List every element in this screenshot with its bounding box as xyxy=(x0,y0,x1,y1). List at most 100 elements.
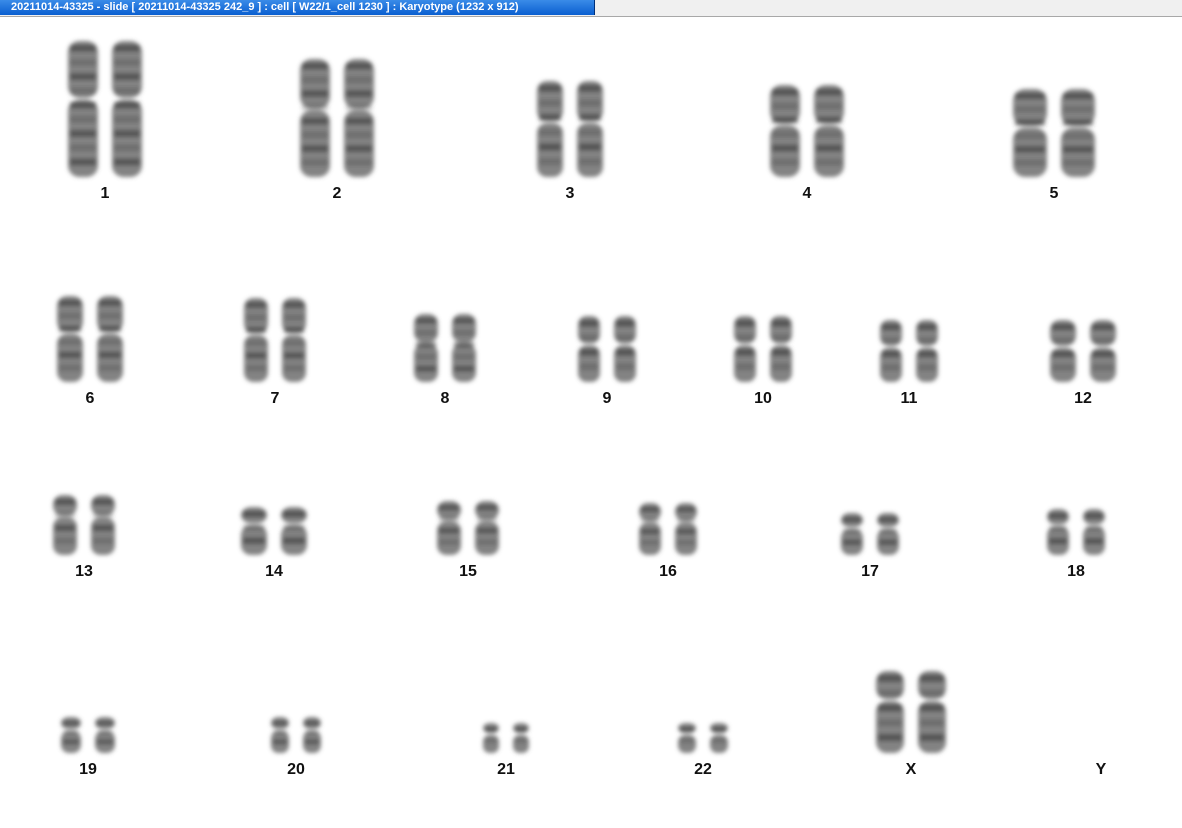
chromosome-5-pair[interactable] xyxy=(1011,87,1097,179)
chromosome-6-homolog-1 xyxy=(57,296,83,382)
chromosome-4-pair[interactable] xyxy=(768,83,846,179)
chromosome-15-homolog-2 xyxy=(475,501,499,555)
chromosome-21-pair[interactable] xyxy=(481,721,531,755)
chromosome-5-label: 5 xyxy=(1049,185,1059,202)
chromosome-3-homolog-1 xyxy=(537,81,563,177)
chromosome-11-homolog-1 xyxy=(880,320,902,382)
chromosome-9-label: 9 xyxy=(602,390,612,407)
chromosome-22-homolog-1 xyxy=(678,723,696,753)
chromosome-13-label: 13 xyxy=(75,563,93,580)
chromosome-2-image xyxy=(300,59,374,177)
chromosome-14-pair[interactable] xyxy=(239,505,309,557)
chromosome-14-homolog-2 xyxy=(281,507,307,555)
chromosome-10-image xyxy=(734,316,792,382)
chromosome-19-label: 19 xyxy=(79,761,97,778)
chromosome-19-pair[interactable] xyxy=(59,715,117,755)
chromosome-10-pair[interactable] xyxy=(732,314,794,384)
chromosome-1-label: 1 xyxy=(100,185,110,202)
chromosome-21-image xyxy=(483,723,529,753)
chromosome-7-pair[interactable] xyxy=(242,296,308,384)
chromosome-y-label: Y xyxy=(1095,761,1107,778)
chromosome-10-label: 10 xyxy=(754,390,772,407)
chromosome-14-image xyxy=(241,507,307,555)
chromosome-3-homolog-2 xyxy=(577,81,603,177)
chromosome-12-image xyxy=(1050,320,1116,382)
chromosome-11-homolog-2 xyxy=(916,320,938,382)
chromosome-9-homolog-1 xyxy=(578,316,600,382)
chromosome-x-pair[interactable] xyxy=(874,669,948,755)
chromosome-16-homolog-1 xyxy=(639,503,661,555)
chromosome-6-pair[interactable] xyxy=(55,294,125,384)
chromosome-4-image xyxy=(770,85,844,177)
chromosome-21-homolog-1 xyxy=(483,723,499,753)
chromosome-22-homolog-2 xyxy=(710,723,728,753)
chromosome-16-pair[interactable] xyxy=(637,501,699,557)
chromosome-5-image xyxy=(1013,89,1095,177)
chromosome-8-pair[interactable] xyxy=(412,312,478,384)
chromosome-6-homolog-2 xyxy=(97,296,123,382)
karyotype-canvas: 1 2 3 4 5 6 7 8 9 10 11 12 13 14 15 16 17 18 19 20 21 22 X Y xyxy=(0,17,1182,828)
chromosome-14-homolog-1 xyxy=(241,507,267,555)
chromosome-2-homolog-1 xyxy=(300,59,330,177)
chromosome-11-pair[interactable] xyxy=(878,318,940,384)
chromosome-6-image xyxy=(57,296,123,382)
chromosome-17-homolog-1 xyxy=(841,513,863,555)
chromosome-17-label: 17 xyxy=(861,563,879,580)
chromosome-21-label: 21 xyxy=(497,761,515,778)
chromosome-12-homolog-2 xyxy=(1090,320,1116,382)
window-titlebar: 20211014-43325 - slide [ 20211014-43325 … xyxy=(0,0,1182,17)
chromosome-9-pair[interactable] xyxy=(576,314,638,384)
chromosome-15-pair[interactable] xyxy=(435,499,501,557)
chromosome-10-homolog-2 xyxy=(770,316,792,382)
chromosome-13-homolog-1 xyxy=(53,495,77,555)
chromosome-19-homolog-1 xyxy=(61,717,81,753)
chromosome-17-pair[interactable] xyxy=(839,511,901,557)
chromosome-18-image xyxy=(1047,509,1105,555)
chromosome-18-pair[interactable] xyxy=(1045,507,1107,557)
chromosome-16-homolog-2 xyxy=(675,503,697,555)
chromosome-7-label: 7 xyxy=(270,390,280,407)
chromosome-4-label: 4 xyxy=(802,185,812,202)
chromosome-7-homolog-1 xyxy=(244,298,268,382)
chromosome-18-homolog-1 xyxy=(1047,509,1069,555)
chromosome-1-pair[interactable] xyxy=(66,39,144,179)
chromosome-9-homolog-2 xyxy=(614,316,636,382)
chromosome-14-label: 14 xyxy=(265,563,283,580)
chromosome-17-homolog-2 xyxy=(877,513,899,555)
chromosome-x-homolog-1 xyxy=(876,671,904,753)
chromosome-1-homolog-2 xyxy=(112,41,142,177)
chromosome-20-homolog-2 xyxy=(303,717,321,753)
chromosome-1-homolog-1 xyxy=(68,41,98,177)
chromosome-22-pair[interactable] xyxy=(676,721,730,755)
chromosome-5-homolog-1 xyxy=(1013,89,1047,177)
chromosome-8-label: 8 xyxy=(440,390,450,407)
chromosome-11-image xyxy=(880,320,938,382)
chromosome-18-homolog-2 xyxy=(1083,509,1105,555)
window-title[interactable]: 20211014-43325 - slide [ 20211014-43325 … xyxy=(0,0,595,15)
chromosome-12-homolog-1 xyxy=(1050,320,1076,382)
chromosome-3-image xyxy=(537,81,603,177)
chromosome-20-label: 20 xyxy=(287,761,305,778)
chromosome-22-label: 22 xyxy=(694,761,712,778)
chromosome-20-pair[interactable] xyxy=(269,715,323,755)
chromosome-x-homolog-2 xyxy=(918,671,946,753)
chromosome-20-homolog-1 xyxy=(271,717,289,753)
chromosome-x-image xyxy=(876,671,946,753)
chromosome-x-label: X xyxy=(905,761,917,778)
chromosome-12-pair[interactable] xyxy=(1048,318,1118,384)
chromosome-21-homolog-2 xyxy=(513,723,529,753)
chromosome-16-label: 16 xyxy=(659,563,677,580)
chromosome-4-homolog-1 xyxy=(770,85,800,177)
chromosome-20-image xyxy=(271,717,321,753)
chromosome-8-homolog-2 xyxy=(452,314,476,382)
chromosome-13-image xyxy=(53,495,115,555)
chromosome-19-image xyxy=(61,717,115,753)
chromosome-4-homolog-2 xyxy=(814,85,844,177)
chromosome-3-pair[interactable] xyxy=(535,79,605,179)
chromosome-15-label: 15 xyxy=(459,563,477,580)
chromosome-13-pair[interactable] xyxy=(51,493,117,557)
chromosome-9-image xyxy=(578,316,636,382)
chromosome-16-image xyxy=(639,503,697,555)
chromosome-12-label: 12 xyxy=(1074,390,1092,407)
chromosome-2-pair[interactable] xyxy=(298,57,376,179)
